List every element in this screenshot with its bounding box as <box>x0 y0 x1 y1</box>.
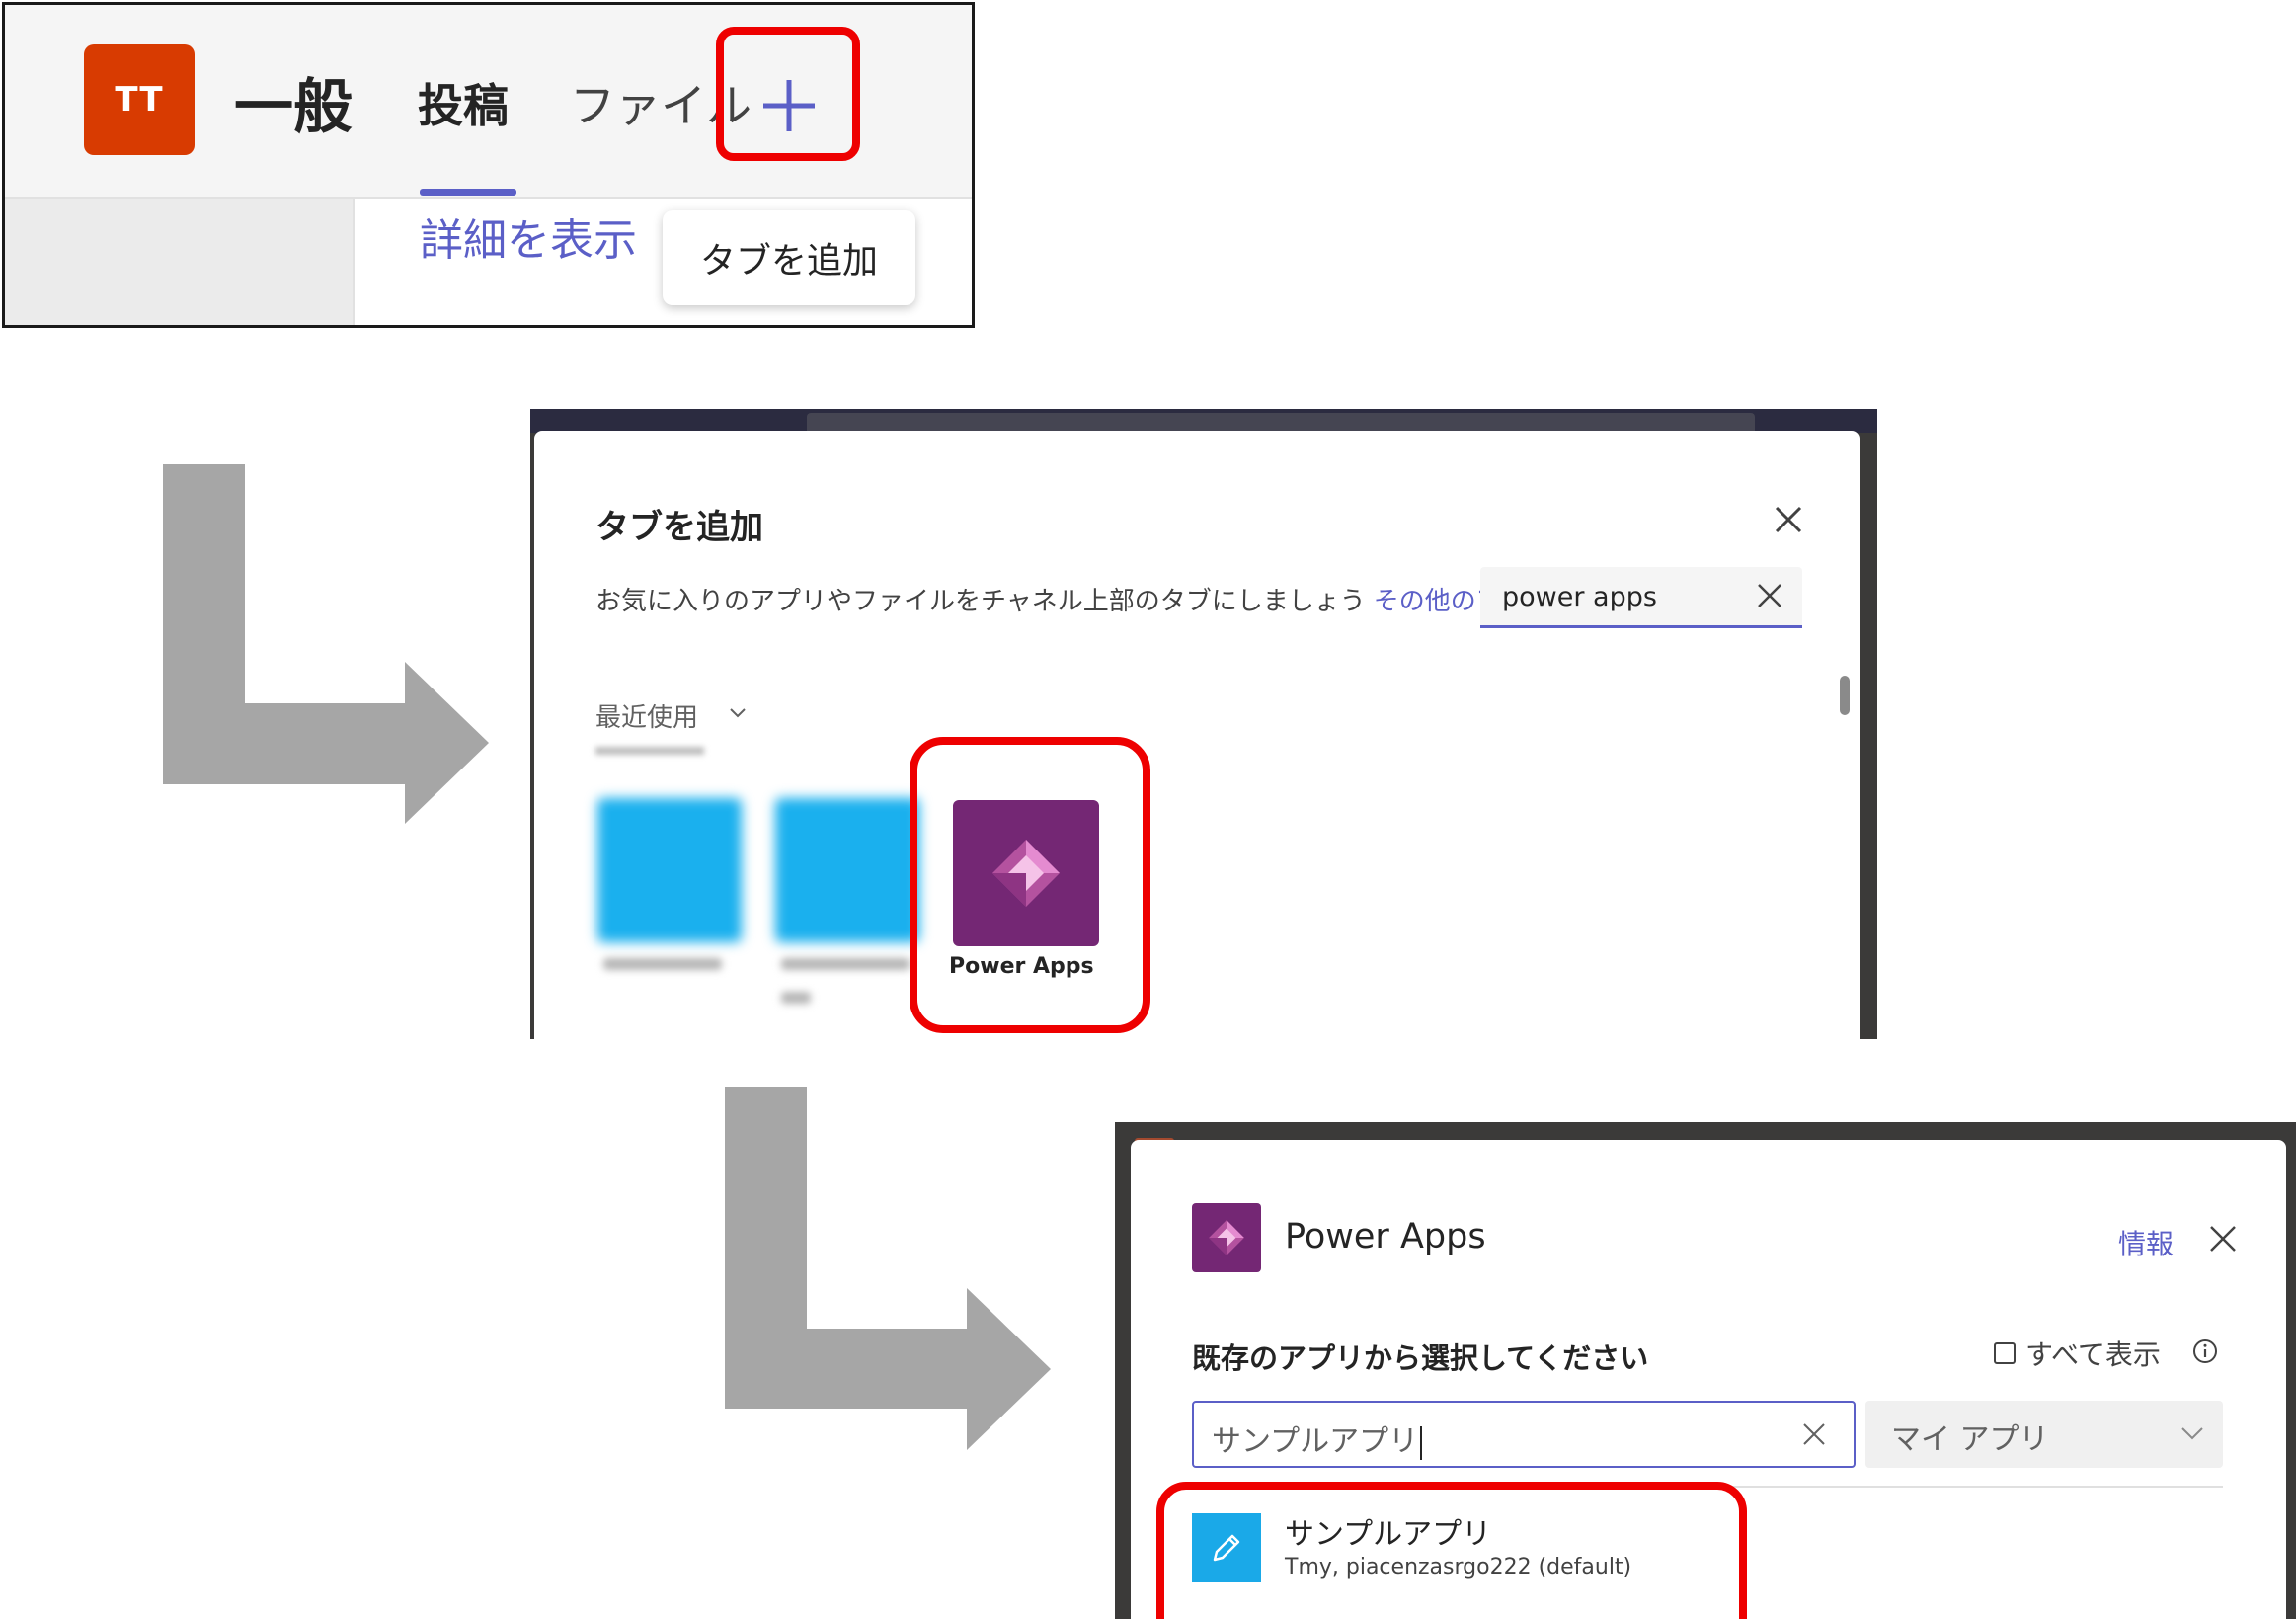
power-apps-logo <box>1192 1203 1261 1272</box>
blurred-app-label <box>603 958 722 970</box>
text-caret <box>1420 1425 1423 1460</box>
subtitle-text: お気に入りのアプリやファイルをチャネル上部のタブにしましょう <box>595 587 1366 616</box>
power-apps-screenshot: Power Apps 情報 既存のアプリから選択してください すべて表示 サンプ… <box>1115 1122 2296 1619</box>
blurred-app-label <box>781 958 910 970</box>
app-search-input[interactable]: サンプルアプリ <box>1192 1401 1856 1468</box>
app-result-highlight <box>1156 1482 1747 1619</box>
blurred-app-label <box>781 992 811 1004</box>
blurred-app-tile[interactable] <box>597 798 742 942</box>
add-tab-dialog: タブを追加 お気に入りのアプリやファイルをチャネル上部のタブにしましょう その他の… <box>534 431 1860 1039</box>
chevron-down-icon[interactable] <box>728 705 748 721</box>
add-tab-highlight <box>716 27 860 161</box>
info-icon[interactable] <box>2191 1337 2219 1365</box>
blurred-section-label <box>595 747 704 755</box>
show-more-link[interactable]: 詳細を表示 <box>420 204 637 268</box>
show-all-label: すべて表示 <box>2025 1338 2161 1371</box>
tab-posts[interactable]: 投稿 <box>418 70 509 135</box>
dropdown-value: マイ アプリ <box>1891 1422 2049 1457</box>
power-apps-highlight <box>910 737 1150 1033</box>
info-link[interactable]: 情報 <box>2118 1223 2174 1262</box>
arrow-down-right-1 <box>163 464 489 824</box>
close-icon[interactable] <box>2207 1223 2239 1255</box>
dialog-title: Power Apps <box>1285 1217 1486 1256</box>
clear-search-icon[interactable] <box>1755 581 1784 610</box>
clear-search-icon[interactable] <box>1800 1420 1828 1448</box>
dialog-subtitle: お気に入りのアプリやファイルをチャネル上部のタブにしましょう その他のアプリ <box>595 581 1553 617</box>
close-icon[interactable] <box>1771 502 1806 537</box>
add-tab-screenshot: タブを追加 お気に入りのアプリやファイルをチャネル上部のタブにしましょう その他の… <box>530 409 1877 1039</box>
show-all-checkbox[interactable]: すべて表示 <box>1994 1334 2161 1373</box>
dialog-title: タブを追加 <box>595 508 763 547</box>
search-input-value: power apps <box>1502 582 1657 612</box>
blurred-app-tile[interactable] <box>775 798 919 942</box>
select-app-label: 既存のアプリから選択してください <box>1192 1341 1649 1375</box>
scrollbar-thumb[interactable] <box>1840 676 1850 715</box>
channel-name: 一般 <box>234 73 353 142</box>
checkbox-box[interactable] <box>1994 1342 2016 1364</box>
recent-section-label[interactable]: 最近使用 <box>595 697 698 734</box>
app-search-input[interactable]: power apps <box>1480 567 1802 628</box>
search-input-value: サンプルアプリ <box>1212 1417 1423 1460</box>
add-tab-tooltip: タブを追加 <box>663 210 915 305</box>
arrow-down-right-2 <box>725 1087 1051 1450</box>
search-input-text: サンプルアプリ <box>1212 1424 1419 1459</box>
app-filter-dropdown[interactable]: マイ アプリ <box>1865 1401 2223 1468</box>
active-tab-indicator <box>420 189 516 196</box>
chevron-down-icon <box>2181 1427 2203 1440</box>
power-apps-dialog: Power Apps 情報 既存のアプリから選択してください すべて表示 サンプ… <box>1131 1140 2286 1619</box>
team-avatar[interactable]: TT <box>84 44 195 155</box>
channel-header-panel: TT 一般 投稿 ファイル 詳細を表示 タブを追加 <box>2 2 975 328</box>
power-apps-icon <box>1209 1220 1244 1255</box>
